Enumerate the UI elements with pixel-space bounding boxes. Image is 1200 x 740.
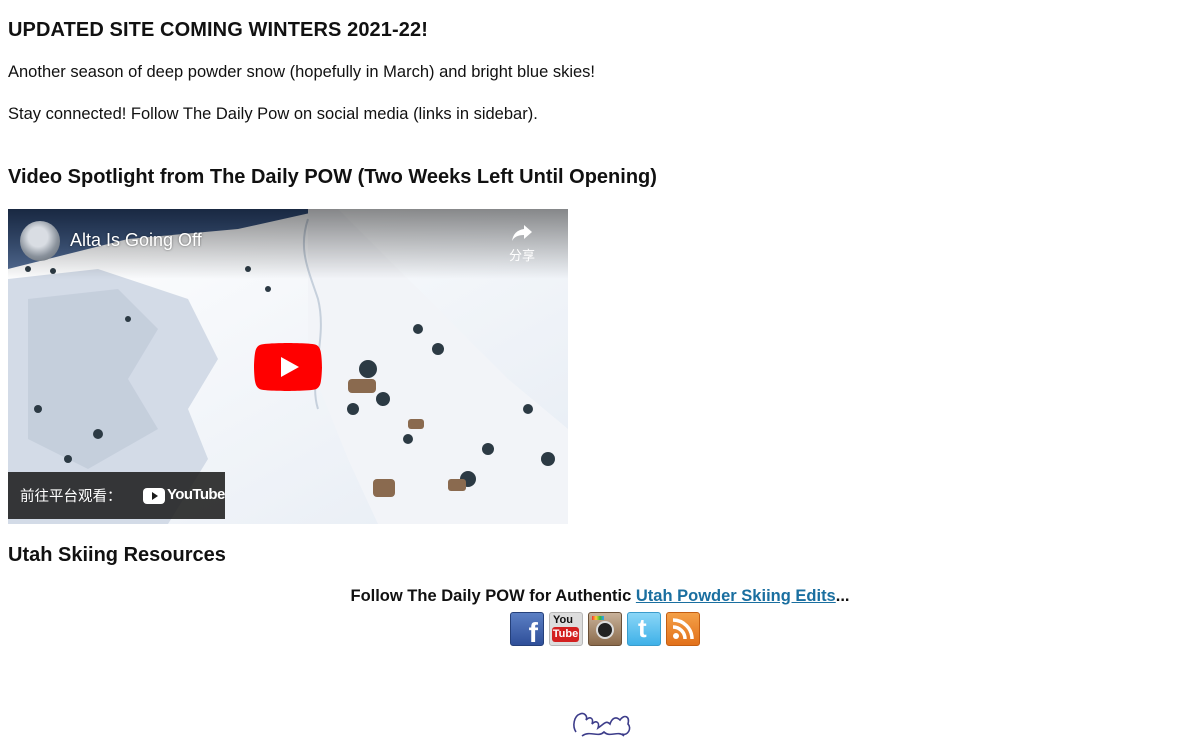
camera-stripe xyxy=(592,616,604,620)
camera-lens xyxy=(596,621,614,639)
channel-avatar[interactable] xyxy=(20,221,60,261)
facebook-glyph: f xyxy=(528,617,538,646)
follow-prefix: Follow The Daily POW for Authentic xyxy=(350,587,636,605)
facebook-icon[interactable]: f xyxy=(510,612,544,646)
follow-suffix: ... xyxy=(835,587,850,605)
youtube-you-label: You xyxy=(553,614,573,626)
play-button[interactable] xyxy=(254,343,322,391)
social-icons: f You Tube t xyxy=(510,612,700,646)
intro-text: Another season of deep powder snow (hope… xyxy=(8,63,596,81)
video-section-heading: Video Spotlight from The Daily POW (Two … xyxy=(8,166,657,188)
watch-on-label: 前往平台观看： xyxy=(20,489,122,505)
rss-glyph xyxy=(672,618,694,640)
youtube-tube-label: Tube xyxy=(552,627,579,642)
watch-on-youtube-bar[interactable]: 前往平台观看： YouTube xyxy=(8,472,225,519)
video-player[interactable]: Alta Is Going Off 分享 前往平台观看： YouTube xyxy=(8,209,568,524)
share-label: 分享 xyxy=(508,249,535,264)
share-icon xyxy=(512,225,532,241)
share-button[interactable]: 分享 xyxy=(504,223,540,264)
twitter-glyph: t xyxy=(638,613,647,643)
rss-icon[interactable] xyxy=(666,612,700,646)
social-note-text: Stay connected! Follow The Daily Pow on … xyxy=(8,105,538,123)
youtube-logo-icon xyxy=(143,488,165,504)
powder-edits-link[interactable]: Utah Powder Skiing Edits xyxy=(636,587,836,605)
video-title[interactable]: Alta Is Going Off xyxy=(70,230,202,251)
site-logo-icon xyxy=(573,712,631,737)
follow-line: Follow The Daily POW for Authentic Utah … xyxy=(8,587,1192,606)
instagram-icon[interactable] xyxy=(588,612,622,646)
resources-heading: Utah Skiing Resources xyxy=(8,544,226,566)
page-title: UPDATED SITE COMING WINTERS 2021-22! xyxy=(8,19,428,41)
youtube-wordmark: YouTube xyxy=(167,486,225,503)
youtube-icon[interactable]: You Tube xyxy=(549,612,583,646)
twitter-icon[interactable]: t xyxy=(627,612,661,646)
